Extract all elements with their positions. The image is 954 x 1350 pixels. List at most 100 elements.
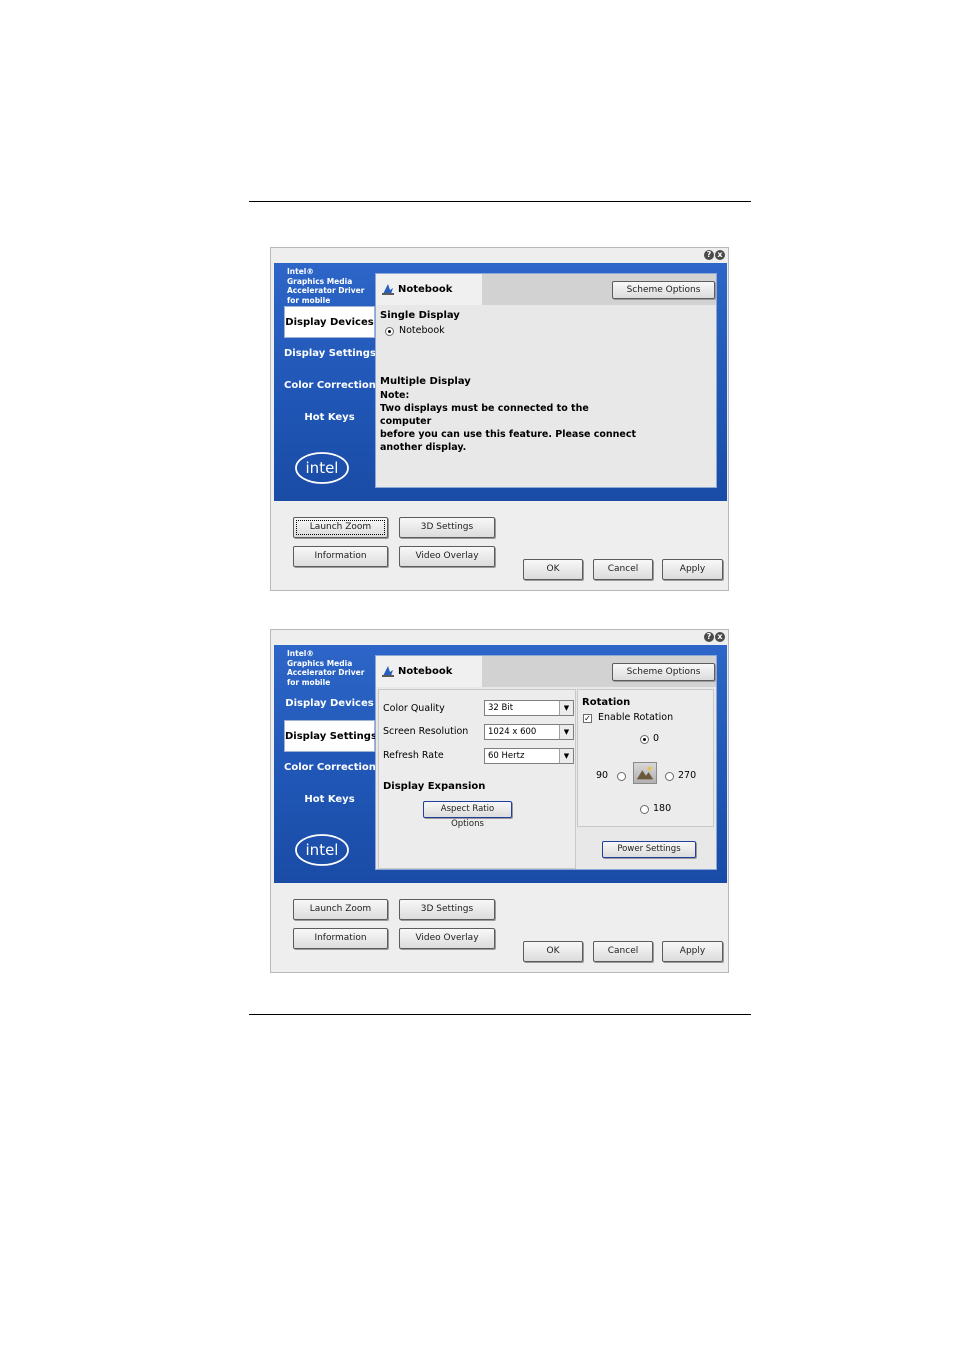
single-display-heading: Single Display (380, 310, 460, 321)
enable-rotation-label: Enable Rotation (598, 712, 674, 723)
brand-line: Graphics Media (287, 658, 353, 668)
multiple-display-heading: Multiple Display (380, 376, 471, 387)
cancel-button[interactable]: Cancel (593, 941, 653, 962)
blue-frame: Intel® Graphics Media Accelerator Driver… (274, 263, 727, 501)
brand-line: Accelerator Driver (287, 668, 365, 677)
title-bar-icons: ? x (704, 632, 725, 642)
nav-display-settings[interactable]: Display Settings (284, 338, 376, 370)
rotation-0-radio[interactable] (640, 735, 649, 744)
ok-button[interactable]: OK (523, 941, 583, 962)
rotation-0-label: 0 (653, 733, 660, 744)
close-icon[interactable]: x (715, 250, 725, 260)
rotation-heading: Rotation (582, 697, 631, 708)
help-icon[interactable]: ? (704, 250, 714, 260)
aspect-ratio-options-button[interactable]: Aspect Ratio Options (423, 801, 512, 829)
nav-hot-keys[interactable]: Hot Keys (284, 784, 375, 816)
3d-settings-button[interactable]: 3D Settings (399, 899, 495, 920)
intel-logo: intel (295, 452, 349, 484)
display-expansion-heading: Display Expansion (383, 781, 486, 792)
information-button[interactable]: Information (293, 546, 388, 567)
intel-logo: intel (295, 834, 349, 866)
apply-button[interactable]: Apply (662, 941, 723, 962)
brand-line: for mobile (287, 295, 331, 305)
screen-resolution-value: 1024 x 600 (488, 727, 537, 737)
nav-display-devices[interactable]: Display Devices (284, 306, 375, 338)
top-rule (249, 201, 751, 202)
brand-line: Graphics Media (287, 276, 353, 286)
tab-strip: Scheme Options (482, 656, 716, 687)
tab-notebook[interactable]: Notebook (376, 656, 482, 687)
launch-zoom-button[interactable]: Launch Zoom (293, 517, 388, 538)
note-line: Two displays must be connected to the co… (380, 403, 589, 427)
apply-button[interactable]: Apply (662, 559, 723, 580)
display-settings-window: ? x Intel® Graphics Media Accelerator Dr… (270, 629, 729, 973)
chevron-down-icon: ▼ (559, 701, 573, 715)
nav-color-correction[interactable]: Color Correction (284, 370, 376, 402)
color-quality-select[interactable]: 32 Bit ▼ (484, 700, 574, 716)
tab-label: Notebook (398, 284, 453, 295)
tab-strip: Scheme Options (482, 274, 716, 305)
enable-rotation-checkbox[interactable]: ✓ (583, 714, 592, 723)
notebook-radio-label: Notebook (399, 325, 445, 336)
tab-notebook[interactable]: Notebook (376, 274, 482, 305)
content-area: Notebook Scheme Options Color Quality 32… (375, 655, 717, 870)
launch-zoom-button[interactable]: Launch Zoom (293, 899, 388, 920)
brand-line: Intel® (287, 649, 314, 658)
note-label: Note: (380, 390, 410, 401)
refresh-rate-value: 60 Hertz (488, 751, 525, 761)
sidebar-nav: Display Devices Display Settings Color C… (284, 306, 376, 434)
nav-display-settings[interactable]: Display Settings (284, 720, 377, 752)
rotation-preview-icon (633, 762, 657, 784)
display-devices-window: ? x Intel® Graphics Media Accelerator Dr… (270, 247, 729, 591)
title-bar-icons: ? x (704, 250, 725, 260)
logo-text: intel (306, 459, 339, 477)
cancel-button[interactable]: Cancel (593, 559, 653, 580)
power-settings-button[interactable]: Power Settings (602, 841, 696, 858)
screen-resolution-label: Screen Resolution (383, 726, 469, 737)
nav-color-correction[interactable]: Color Correction (284, 752, 376, 784)
display-devices-panel: Single Display Notebook Multiple Display… (376, 305, 716, 487)
video-overlay-button[interactable]: Video Overlay (399, 928, 495, 949)
blue-frame: Intel® Graphics Media Accelerator Driver… (274, 645, 727, 883)
scheme-options-button[interactable]: Scheme Options (612, 281, 715, 299)
rotation-90-label: 90 (596, 770, 609, 781)
scheme-options-button[interactable]: Scheme Options (612, 663, 715, 681)
chevron-down-icon: ▼ (559, 725, 573, 739)
bottom-rule (249, 1014, 751, 1015)
notebook-radio[interactable] (385, 327, 394, 336)
close-icon[interactable]: x (715, 632, 725, 642)
content-area: Notebook Scheme Options Single Display N… (375, 273, 717, 488)
brand-line: Accelerator Driver (287, 286, 365, 295)
logo-text: intel (306, 841, 339, 859)
tab-label: Notebook (398, 666, 453, 677)
sidebar-nav: Display Devices Display Settings Color C… (284, 688, 377, 816)
nav-display-devices[interactable]: Display Devices (284, 688, 375, 720)
screen-resolution-select[interactable]: 1024 x 600 ▼ (484, 724, 574, 740)
refresh-rate-label: Refresh Rate (383, 750, 444, 761)
ok-button[interactable]: OK (523, 559, 583, 580)
color-quality-value: 32 Bit (488, 703, 514, 713)
rotation-270-radio[interactable] (665, 772, 674, 781)
color-quality-label: Color Quality (383, 703, 445, 714)
3d-settings-button[interactable]: 3D Settings (399, 517, 495, 538)
rotation-90-radio[interactable] (617, 772, 626, 781)
rotation-group: Rotation ✓ Enable Rotation 0 90 270 180 (577, 689, 714, 827)
note-line: another display. (380, 442, 467, 453)
rotation-180-radio[interactable] (640, 805, 649, 814)
refresh-rate-select[interactable]: 60 Hertz ▼ (484, 748, 574, 764)
note-line: before you can use this feature. Please … (380, 429, 637, 440)
brand-label: Intel® Graphics Media Accelerator Driver… (287, 267, 373, 305)
display-settings-panel: Color Quality 32 Bit ▼ Screen Resolution… (376, 687, 716, 869)
landscape-icon (636, 766, 654, 780)
brand-line: Intel® (287, 267, 314, 276)
brand-line: for mobile (287, 677, 331, 687)
brand-label: Intel® Graphics Media Accelerator Driver… (287, 649, 373, 687)
video-overlay-button[interactable]: Video Overlay (399, 546, 495, 567)
notebook-icon (382, 284, 394, 295)
rotation-270-label: 270 (678, 770, 697, 781)
nav-hot-keys[interactable]: Hot Keys (284, 402, 375, 434)
help-icon[interactable]: ? (704, 632, 714, 642)
information-button[interactable]: Information (293, 928, 388, 949)
notebook-icon (382, 666, 394, 677)
rotation-180-label: 180 (653, 803, 672, 814)
